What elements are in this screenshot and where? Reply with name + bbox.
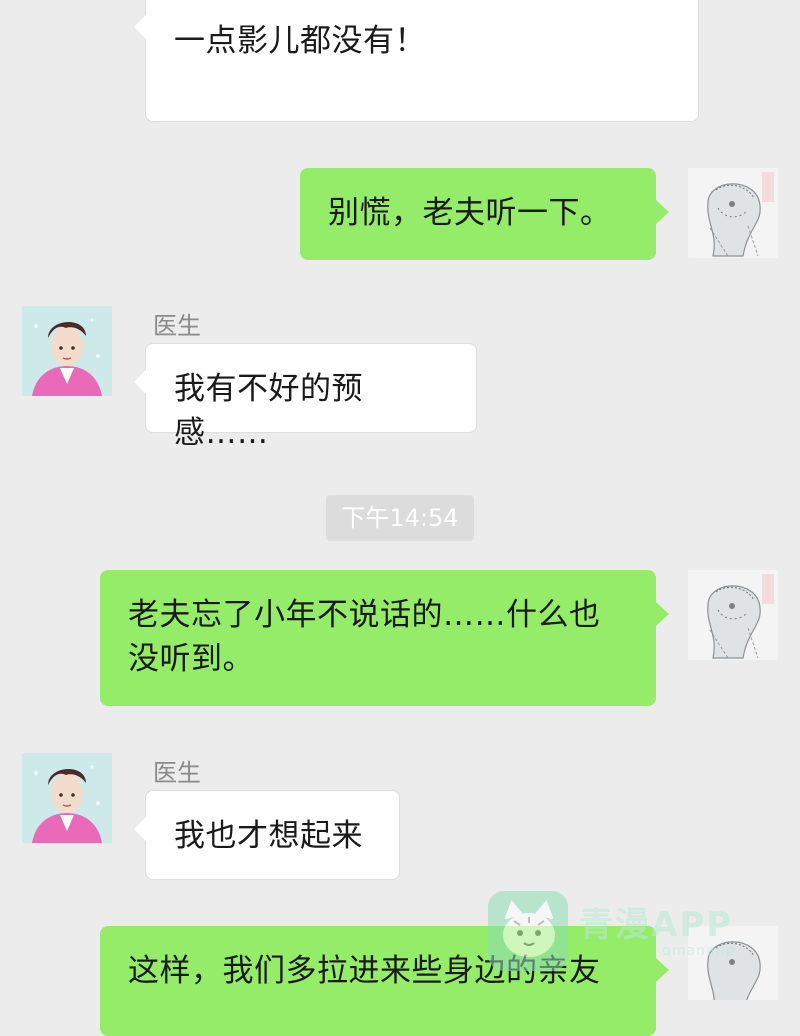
sender-name: 医生 [153,312,201,340]
watermark: 青漫APP qmanapp [484,885,784,975]
self-avatar[interactable] [688,570,778,660]
watermark-logo-text: 青漫APP [579,905,734,945]
doctor-avatar[interactable] [22,306,112,396]
message-bubble-incoming[interactable]: 我也才想起来 [134,790,400,880]
message-text: 我也才想起来 [174,818,363,854]
sender-name: 医生 [153,759,201,787]
doctor-avatar-icon [22,753,112,843]
message-text: 老夫忘了小年不说话的……什么也没听到。 [128,597,601,677]
cat-logo-icon [488,891,568,971]
doctor-avatar[interactable] [22,753,112,843]
message-bubble-outgoing[interactable]: 老夫忘了小年不说话的……什么也没听到。 [100,570,669,706]
message-text: 一点影儿都没有！ [174,23,426,59]
white-haired-avatar-icon [688,168,778,258]
doctor-avatar-icon [22,306,112,396]
message-text: 我有不好的预感…… [174,371,363,451]
watermark-sub-text: qmanapp [662,943,736,959]
message-bubble-incoming[interactable]: 一点影儿都没有！ [134,0,699,122]
message-text: 别慌，老夫听一下。 [328,195,612,231]
message-bubble-outgoing[interactable]: 别慌，老夫听一下。 [300,168,669,260]
white-haired-avatar-icon [688,570,778,660]
timestamp: 下午14:54 [326,495,474,541]
message-bubble-incoming[interactable]: 我有不好的预感…… [134,343,477,451]
self-avatar[interactable] [688,168,778,258]
